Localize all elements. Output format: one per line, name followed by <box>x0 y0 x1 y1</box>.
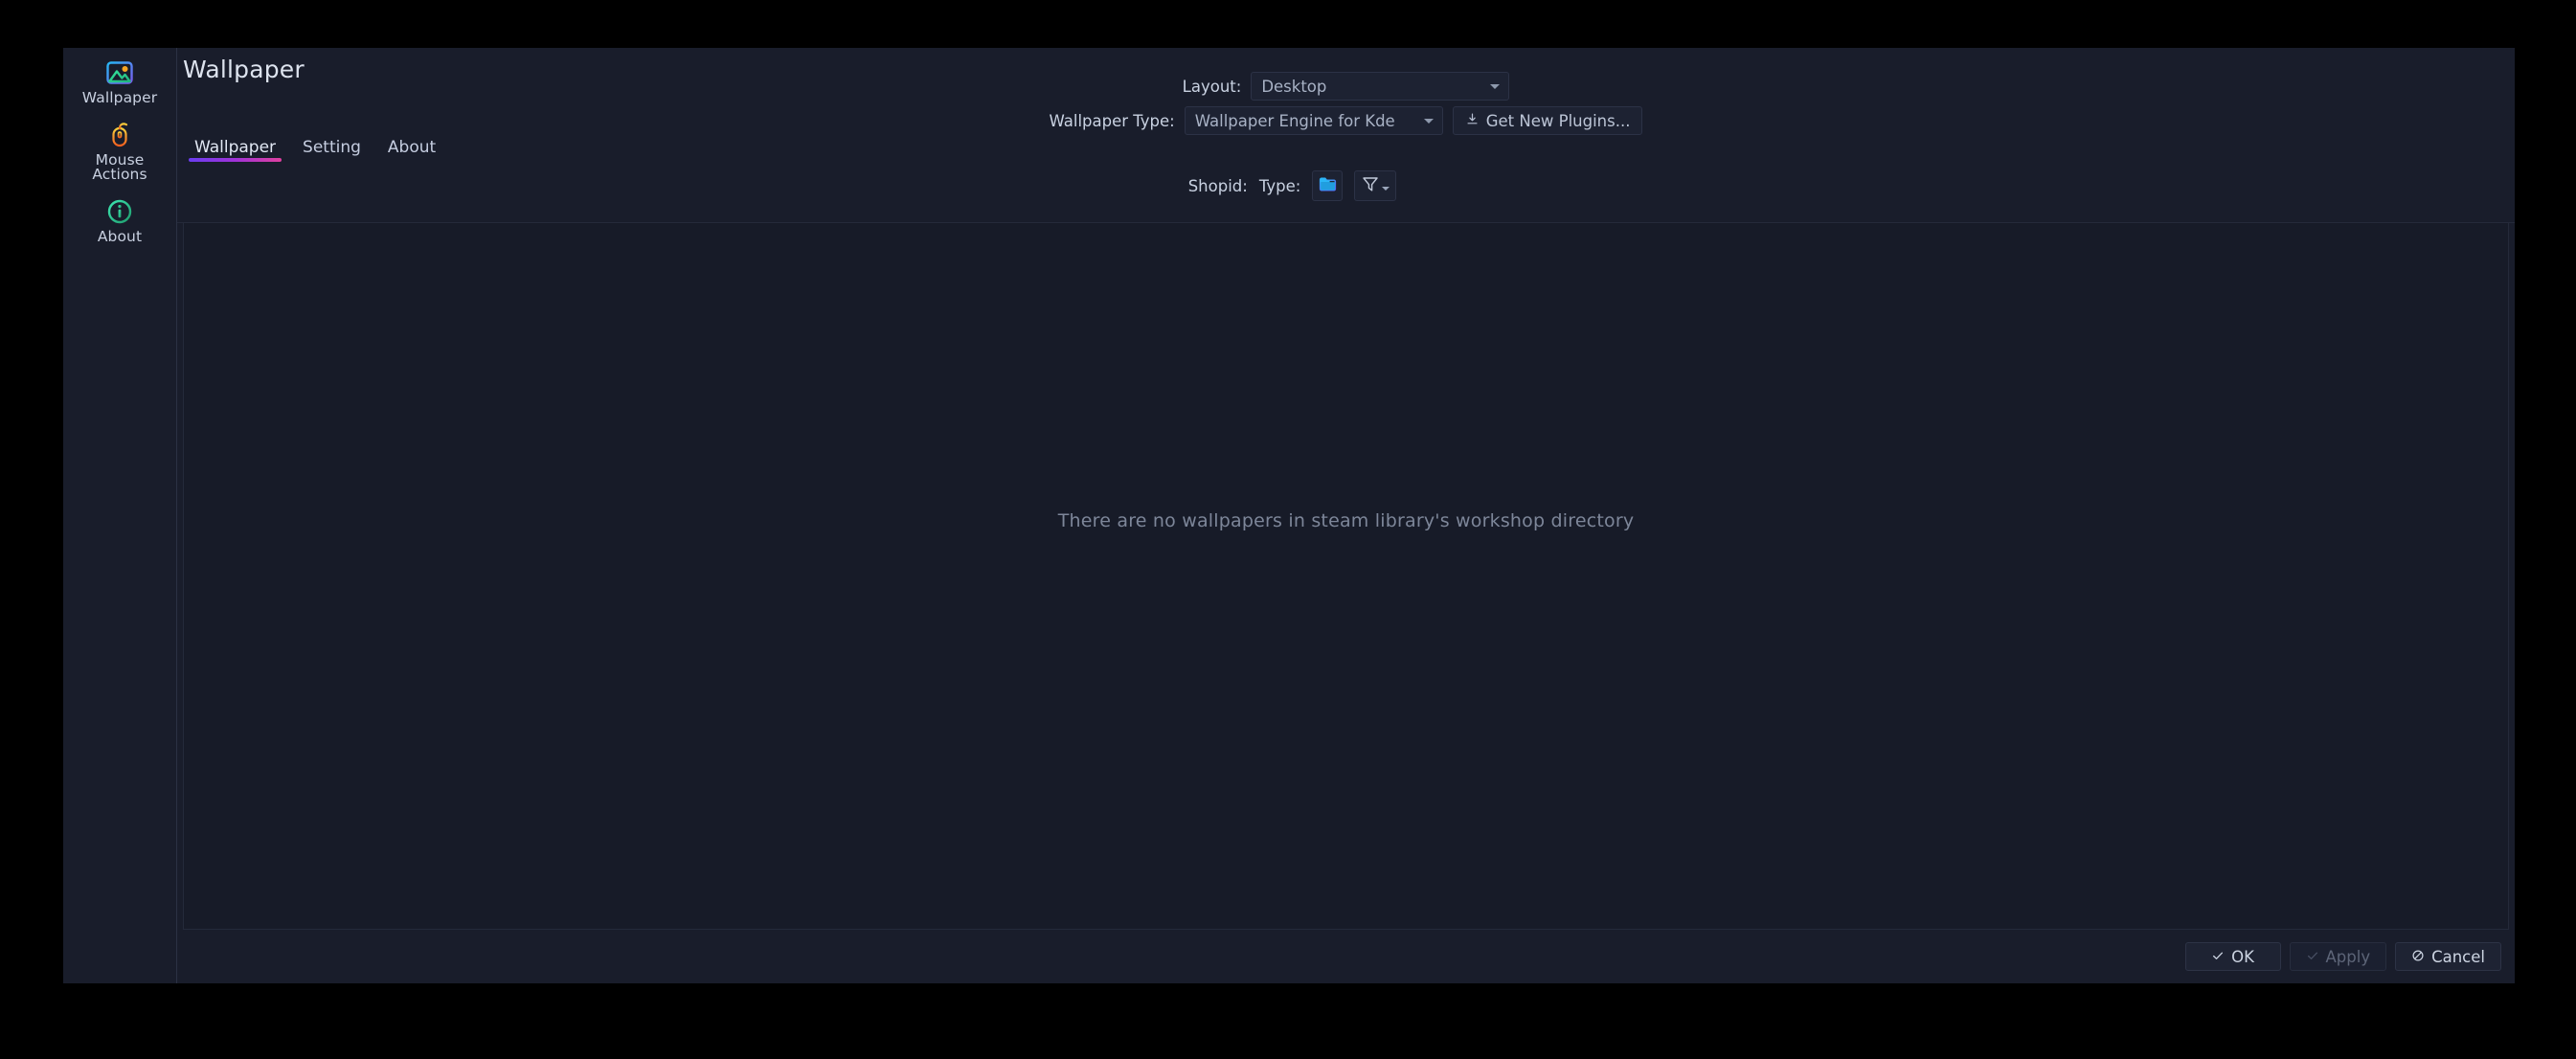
sidebar-item-about[interactable]: About <box>63 191 176 253</box>
empty-state-message: There are no wallpapers in steam library… <box>1057 509 1635 531</box>
sidebar-item-label: About <box>97 227 143 245</box>
check-icon <box>2211 948 2225 966</box>
dialog-footer: OK Apply Cancel <box>177 930 2515 983</box>
tab-wallpaper[interactable]: Wallpaper <box>181 136 289 164</box>
tab-setting[interactable]: Setting <box>289 136 374 164</box>
tab-bar: Wallpaper Setting About <box>181 136 449 164</box>
layout-label: Layout: <box>1182 77 1242 96</box>
layout-row: Layout: Desktop <box>1183 72 1510 101</box>
mouse-icon <box>104 120 135 150</box>
sidebar-item-label: Mouse Actions <box>92 150 147 183</box>
ok-button[interactable]: OK <box>2184 942 2281 971</box>
shopid-label: Shopid: <box>1187 176 1248 195</box>
folder-icon <box>1318 174 1338 198</box>
get-new-plugins-button[interactable]: Get New Plugins... <box>1452 106 1643 135</box>
apply-button[interactable]: Apply <box>2289 942 2387 971</box>
filter-funnel-icon <box>1361 174 1380 197</box>
sidebar-item-mouse-actions[interactable]: Mouse Actions <box>63 114 176 191</box>
wallpaper-grid-area[interactable]: There are no wallpapers in steam library… <box>183 223 2509 930</box>
wallpaper-settings-window: Wallpaper Mouse Actions About Wallpaper … <box>63 48 2515 983</box>
ok-label: OK <box>2231 947 2254 966</box>
layout-select-value: Desktop <box>1261 77 1327 96</box>
type-label: Type: <box>1258 176 1301 195</box>
tab-about[interactable]: About <box>374 136 449 164</box>
tab-label: About <box>387 138 437 157</box>
get-new-plugins-label: Get New Plugins... <box>1485 111 1631 130</box>
chevron-down-icon <box>1382 187 1390 191</box>
main-pane: Wallpaper Layout: Desktop Wallpaper Type… <box>177 48 2515 983</box>
picture-icon <box>104 57 135 88</box>
tab-label: Wallpaper <box>194 138 277 157</box>
header-band: Wallpaper Layout: Desktop Wallpaper Type… <box>177 48 2515 223</box>
check-icon <box>2306 948 2319 966</box>
wallpaper-type-select[interactable]: Wallpaper Engine for Kde <box>1184 106 1443 135</box>
info-icon <box>104 196 135 227</box>
tab-label: Setting <box>303 138 361 157</box>
wallpaper-type-row: Wallpaper Type: Wallpaper Engine for Kde <box>1050 106 1643 135</box>
cancel-circle-icon <box>2411 948 2425 966</box>
sidebar-item-wallpaper[interactable]: Wallpaper <box>63 52 176 114</box>
sidebar-item-label: Wallpaper <box>81 89 158 106</box>
sidebar: Wallpaper Mouse Actions About <box>63 48 177 983</box>
open-folder-button[interactable] <box>1312 170 1344 201</box>
form-rows: Layout: Desktop Wallpaper Type: Wallpape… <box>177 72 2515 135</box>
layout-select[interactable]: Desktop <box>1251 72 1510 101</box>
chevron-down-icon <box>1423 119 1434 124</box>
filter-toolbar: Shopid: Type: <box>177 170 2515 201</box>
chevron-down-icon <box>1490 84 1501 89</box>
cancel-label: Cancel <box>2431 947 2485 966</box>
wallpaper-type-label: Wallpaper Type: <box>1049 111 1175 130</box>
wallpaper-type-select-value: Wallpaper Engine for Kde <box>1194 111 1395 130</box>
download-icon <box>1465 112 1480 130</box>
filter-button[interactable] <box>1354 170 1397 201</box>
apply-label: Apply <box>2325 947 2371 966</box>
cancel-button[interactable]: Cancel <box>2395 942 2501 971</box>
